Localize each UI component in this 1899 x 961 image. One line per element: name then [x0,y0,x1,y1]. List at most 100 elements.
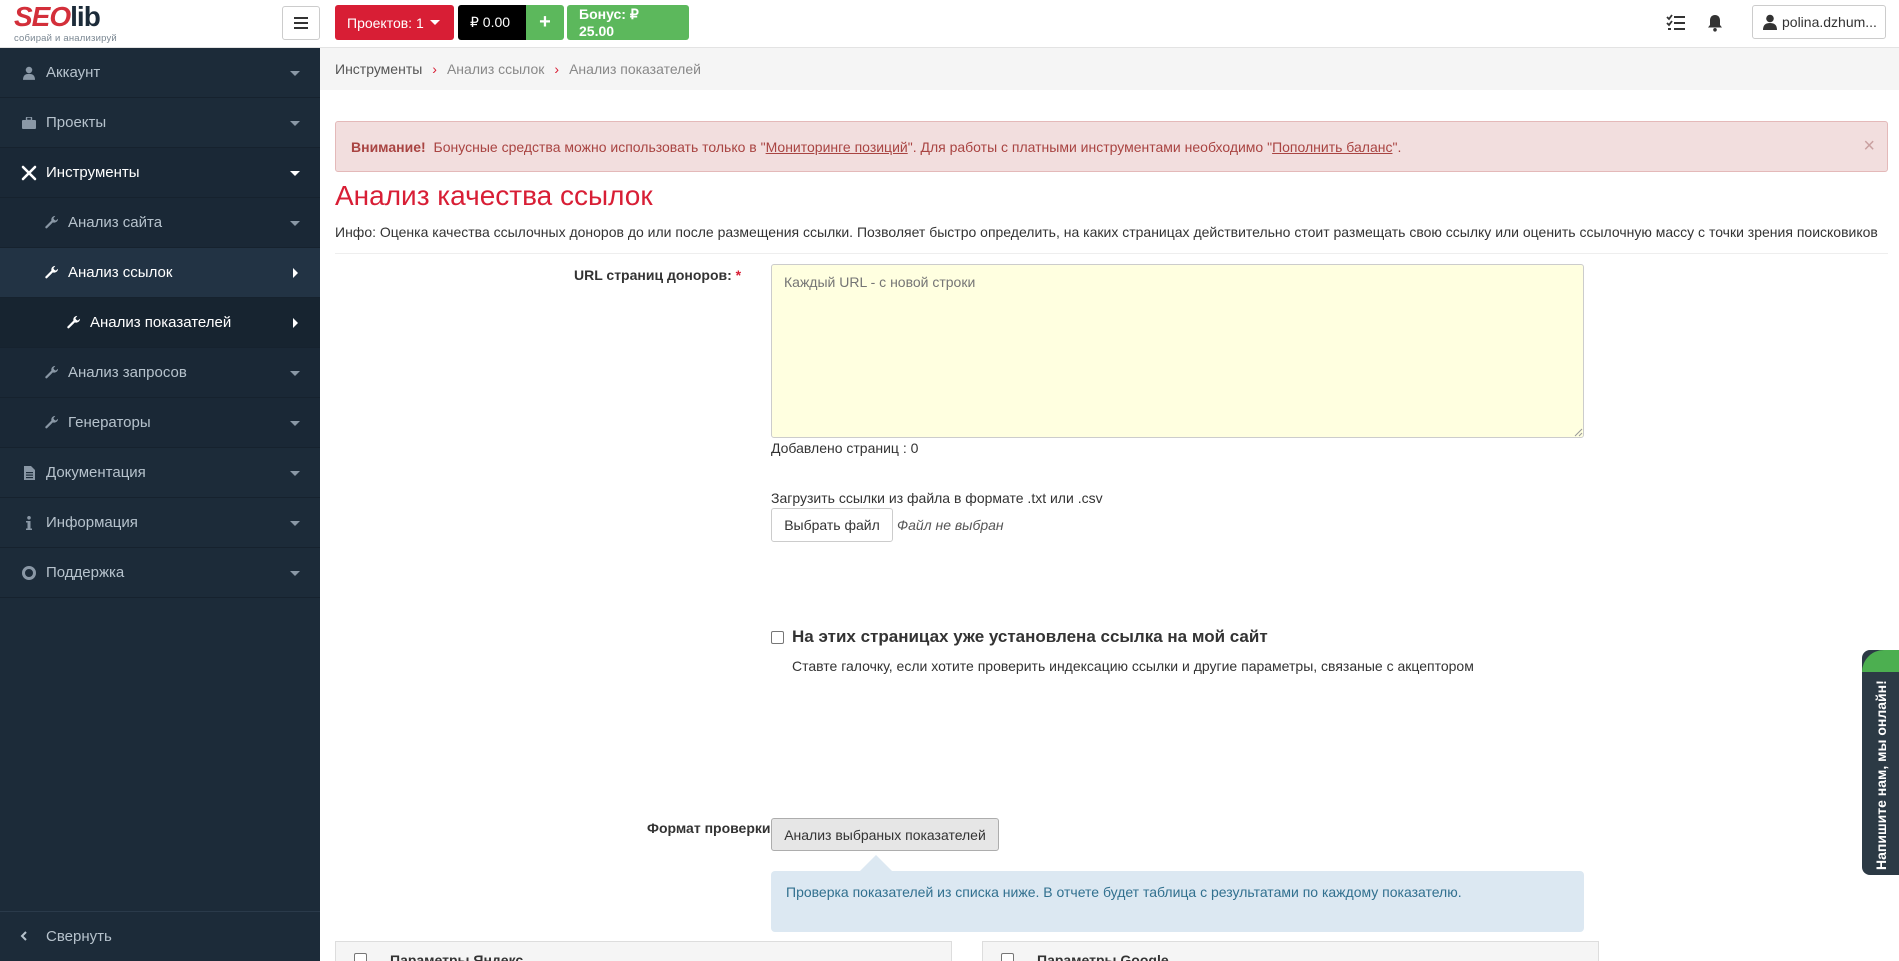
chevron-down-icon [290,420,300,426]
add-funds-button[interactable]: + [526,5,564,40]
sidebar-item-label: Инструменты [46,164,140,181]
sidebar-item-query-analysis[interactable]: Анализ запросов [0,348,320,398]
page-info: Инфо: Оценка качества ссылочных доноров … [335,224,1878,240]
chevron-right-icon [293,317,298,328]
tasks-icon[interactable] [1664,11,1688,35]
alert-title: Внимание! [351,138,426,155]
balance-label: ₽ 0.00 [470,14,511,30]
link-installed-help: Ставте галочку, если хотите проверить ин… [792,658,1474,674]
google-params-panel: Параметры Google [982,941,1599,961]
user-icon [20,64,38,82]
top-up-balance-link[interactable]: Пополнить баланс [1272,139,1392,155]
logo-tagline: собирай и анализируй [14,33,117,44]
wrench-icon [42,214,60,232]
sidebar-collapse-button[interactable]: Свернуть [0,911,320,961]
sidebar-item-site-analysis[interactable]: Анализ сайта [0,198,320,248]
sidebar-item-label: Генераторы [68,414,151,431]
top-bar: SEOlib собирай и анализируй Проектов: 1 … [0,0,1899,48]
link-installed-label[interactable]: На этих страницах уже установлена ссылка… [792,627,1268,647]
alert-text: ". Для работы с платными инструментами н… [907,138,1273,155]
sidebar-item-tools[interactable]: Инструменты [0,148,320,198]
file-status: Файл не выбран [897,517,1004,533]
google-params-checkbox[interactable] [1001,953,1014,961]
chevron-down-icon [290,370,300,376]
collapse-label: Свернуть [46,928,112,945]
choose-file-button[interactable]: Выбрать файл [771,508,893,542]
alert-text: Бонусные средства можно использовать тол… [429,138,766,155]
upload-label: Загрузить ссылки из файла в формате .txt… [771,490,1103,506]
page-title: Анализ качества ссылок [335,180,653,211]
alert-text: ". [1392,138,1402,155]
sidebar-item-label: Анализ запросов [68,364,187,381]
projects-label: Проектов: 1 [347,14,424,31]
sidebar: Аккаунт Проекты Инструменты Анализ сайта… [0,48,320,961]
info-icon [20,514,38,532]
added-pages-count: Добавлено страниц : 0 [771,440,919,456]
wrench-icon [42,264,60,282]
chat-widget[interactable]: Напишите нам, мы онлайн! [1862,650,1899,875]
sidebar-item-generators[interactable]: Генераторы [0,398,320,448]
caret-down-icon [429,20,440,25]
chevron-down-icon [290,70,300,76]
wrench-icon [42,364,60,382]
chevron-down-icon [290,570,300,576]
sidebar-item-account[interactable]: Аккаунт [0,48,320,98]
monitoring-link[interactable]: Мониторинге позиций [766,139,908,155]
sidebar-item-label: Поддержка [46,564,125,581]
chevron-down-icon [290,470,300,476]
breadcrumb-separator: › [554,61,560,77]
format-info-box: Проверка показателей из списка ниже. В о… [771,871,1584,932]
google-params-label: Параметры Google [1037,952,1169,961]
chevron-left-icon [20,928,27,946]
sidebar-item-support[interactable]: Поддержка [0,548,320,598]
format-select-button[interactable]: Анализ выбраных показателей [771,818,999,851]
sidebar-item-label: Аккаунт [46,64,101,81]
yandex-params-panel: Параметры Яндекс [335,941,952,961]
breadcrumb-item-current: Анализ показателей [569,61,701,77]
yandex-params-checkbox[interactable] [354,953,367,961]
plus-icon: + [539,11,551,33]
logo[interactable]: SEOlib собирай и анализируй [14,3,124,45]
balance-button[interactable]: ₽ 0.00 [458,5,526,40]
logo-text: SEOlib [14,1,101,32]
sidebar-item-label: Анализ показателей [90,314,232,331]
sidebar-item-information[interactable]: Информация [0,498,320,548]
projects-dropdown-button[interactable]: Проектов: 1 [335,5,454,40]
info-pointer [860,855,892,871]
resize-handle-icon[interactable] [1573,427,1583,437]
chevron-down-icon [290,170,300,176]
user-menu-button[interactable]: polina.dzhum... [1752,5,1886,39]
breadcrumb-separator: › [432,61,437,77]
sidebar-item-link-analysis[interactable]: Анализ ссылок [0,248,320,298]
bell-icon[interactable] [1703,11,1727,35]
document-icon [20,464,38,482]
menu-toggle-button[interactable] [282,6,320,40]
url-field-label: URL страниц доноров: * [574,267,742,283]
user-icon [1763,14,1777,30]
sidebar-item-label: Документация [46,464,146,481]
chat-label: Напишите нам, мы онлайн! [1873,680,1889,870]
chevron-right-icon [293,267,298,278]
sidebar-item-label: Анализ сайта [68,214,163,231]
online-indicator [1862,650,1899,672]
chevron-down-icon [290,520,300,526]
chevron-down-icon [290,220,300,226]
link-installed-checkbox[interactable] [771,631,784,644]
sidebar-item-label: Проекты [46,114,107,131]
breadcrumb: Инструменты › Анализ ссылок › Анализ пок… [320,48,1899,90]
sidebar-item-label: Анализ ссылок [68,264,173,281]
bonus-button[interactable]: Бонус: ₽ 25.00 [567,5,689,40]
sidebar-item-projects[interactable]: Проекты [0,98,320,148]
sidebar-item-metrics-analysis[interactable]: Анализ показателей [0,298,320,348]
required-mark: * [735,267,742,283]
wrench-icon [64,314,82,332]
breadcrumb-item-tools[interactable]: Инструменты [335,61,422,77]
close-icon[interactable]: × [1863,136,1875,156]
breadcrumb-item-link-analysis[interactable]: Анализ ссылок [447,61,544,77]
sidebar-item-documentation[interactable]: Документация [0,448,320,498]
warning-alert: Внимание! Бонусные средства можно исполь… [335,121,1888,172]
bonus-label: Бонус: ₽ 25.00 [579,6,639,39]
yandex-params-label: Параметры Яндекс [390,952,524,961]
donor-urls-input[interactable] [771,264,1584,438]
lifebuoy-icon [20,564,38,582]
